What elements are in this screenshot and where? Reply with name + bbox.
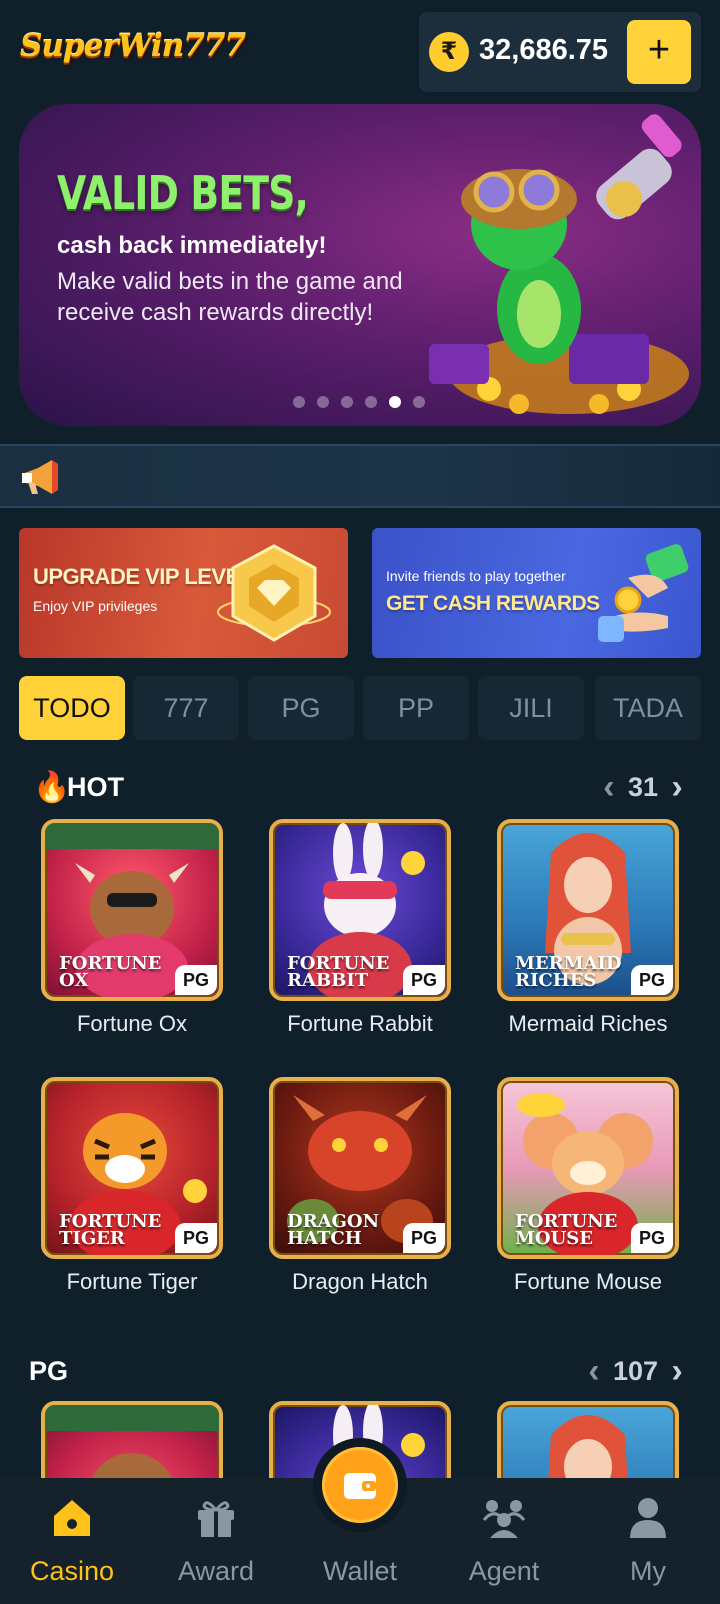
user-icon	[630, 1498, 666, 1538]
carousel-dot[interactable]	[317, 396, 329, 408]
game-title: Fortune Tiger	[66, 1269, 198, 1294]
game-title: Fortune Ox	[76, 1011, 188, 1036]
game-thumbnail[interactable]: Fortune Ox PG	[41, 819, 223, 1001]
hands-coin-icon	[598, 544, 689, 642]
game-thumbnail[interactable]: Fortune Mouse PG	[497, 1077, 679, 1259]
tab-pg[interactable]: PG	[248, 676, 354, 740]
hot-count: 31	[627, 771, 658, 802]
invite-promo-subtitle: Invite friends to play together	[386, 568, 566, 584]
gift-icon	[198, 1501, 234, 1537]
hot-section-title: HOT	[67, 772, 124, 802]
hot-pager: ‹ 31 ›	[596, 770, 690, 804]
invite-promo-title: GET CASH REWARDS	[386, 592, 600, 615]
game-title: Fortune Mouse	[514, 1269, 662, 1294]
game-title: Dragon Hatch	[292, 1269, 428, 1294]
agent-icon	[482, 1500, 526, 1538]
game-thumbnail[interactable]: Fortune Rabbit PG	[269, 819, 451, 1001]
nav-my[interactable]: My	[576, 1478, 720, 1604]
nav-label: Casino	[29, 1556, 115, 1586]
provider-badge: PG	[403, 1223, 445, 1253]
fire-icon: 🔥	[33, 771, 71, 804]
wallet-fab[interactable]	[313, 1438, 407, 1532]
game-card[interactable]: Dragon Hatch PG Dragon Hatch	[269, 1077, 451, 1295]
chevron-right-icon[interactable]: ›	[664, 770, 690, 804]
thumb-title: Dragon Hatch	[287, 1211, 380, 1249]
invite-promo-card[interactable]: Invite friends to play together GET CASH…	[372, 528, 701, 658]
banner-body: Make valid bets in the game and receive …	[57, 268, 403, 326]
carousel-dot[interactable]	[341, 396, 353, 408]
provider-badge: PG	[175, 965, 217, 995]
rupee-icon: ₹	[429, 32, 469, 72]
thumb-title: Fortune Mouse	[515, 1211, 618, 1249]
vip-promo-card[interactable]: UPGRADE VIP LEVEL Enjoy VIP privileges	[19, 528, 348, 658]
game-thumbnail[interactable]: Fortune Tiger PG	[41, 1077, 223, 1259]
game-card[interactable]: Fortune Tiger PG Fortune Tiger	[41, 1077, 223, 1295]
provider-badge: PG	[631, 965, 673, 995]
provider-badge: PG	[403, 965, 445, 995]
balance-amount: 32,686.75	[479, 34, 609, 66]
pg-pager: ‹ 107 ›	[581, 1354, 690, 1388]
diamond-badge-icon	[217, 544, 331, 642]
provider-badge: PG	[175, 1223, 217, 1253]
game-card[interactable]: Fortune Mouse PG Fortune Mouse	[497, 1077, 679, 1295]
thumb-title: Fortune Rabbit	[287, 953, 390, 991]
chevron-left-icon[interactable]: ‹	[581, 1354, 607, 1388]
promo-banner[interactable]: VALID BETS, cash back immediately! Make …	[19, 104, 701, 426]
banner-subtitle: cash back immediately!	[57, 232, 327, 259]
add-funds-button[interactable]: +	[627, 20, 691, 84]
carousel-dots	[293, 396, 425, 408]
turtle-mascot-illustration	[429, 114, 689, 414]
home-icon	[54, 1500, 90, 1536]
hot-section-header: 🔥 HOT ‹ 31 ›	[0, 766, 720, 810]
game-thumbnail[interactable]: Mermaid Riches PG	[497, 819, 679, 1001]
banner-title: VALID BETS,	[57, 166, 309, 220]
chevron-left-icon[interactable]: ‹	[596, 770, 622, 804]
header: SuperWin777 ₹ 32,686.75 +	[0, 0, 720, 100]
tab-tada[interactable]: TADA	[595, 676, 701, 740]
carousel-dot[interactable]	[365, 396, 377, 408]
nav-label: Award	[177, 1556, 255, 1586]
pg-section-title: PG	[29, 1356, 69, 1386]
tab-pp[interactable]: PP	[363, 676, 469, 740]
game-thumbnail[interactable]: Dragon Hatch PG	[269, 1077, 451, 1259]
nav-award[interactable]: Award	[144, 1478, 288, 1604]
thumb-title: Fortune Ox	[59, 953, 162, 991]
nav-label: Agent	[468, 1556, 540, 1586]
game-card[interactable]: Mermaid Riches PG Mermaid Riches	[497, 819, 679, 1037]
wallet-icon	[344, 1473, 376, 1499]
wallet-button[interactable]	[322, 1447, 398, 1523]
carousel-dot[interactable]	[293, 396, 305, 408]
tab-todo[interactable]: TODO	[19, 676, 125, 740]
carousel-dot-active[interactable]	[389, 396, 401, 408]
vip-promo-subtitle: Enjoy VIP privileges	[33, 598, 158, 614]
tab-jili[interactable]: JILI	[478, 676, 584, 740]
pg-section-header: PG ‹ 107 ›	[0, 1350, 720, 1394]
chevron-right-icon[interactable]: ›	[664, 1354, 690, 1388]
game-card[interactable]: Fortune Rabbit PG Fortune Rabbit	[269, 819, 451, 1037]
nav-agent[interactable]: Agent	[432, 1478, 576, 1604]
thumb-title: Fortune Tiger	[59, 1211, 162, 1249]
game-title: Fortune Rabbit	[287, 1011, 433, 1036]
pg-count: 107	[612, 1355, 658, 1386]
thumb-title: Mermaid Riches	[515, 953, 622, 991]
nav-casino[interactable]: Casino	[0, 1478, 144, 1604]
provider-badge: PG	[631, 1223, 673, 1253]
app-logo[interactable]: SuperWin777	[20, 28, 246, 64]
tab-777[interactable]: 777	[133, 676, 239, 740]
provider-tabs: TODO 777 PG PP JILI TADA	[19, 676, 701, 740]
balance-box[interactable]: ₹ 32,686.75 +	[419, 12, 701, 92]
carousel-dot[interactable]	[413, 396, 425, 408]
game-card[interactable]: Fortune Ox PG Fortune Ox	[41, 819, 223, 1037]
announcement-bar[interactable]	[0, 444, 720, 508]
megaphone-icon	[22, 460, 58, 494]
nav-label: My	[630, 1556, 666, 1586]
game-title: Mermaid Riches	[508, 1011, 668, 1036]
nav-label: Wallet	[322, 1556, 397, 1586]
